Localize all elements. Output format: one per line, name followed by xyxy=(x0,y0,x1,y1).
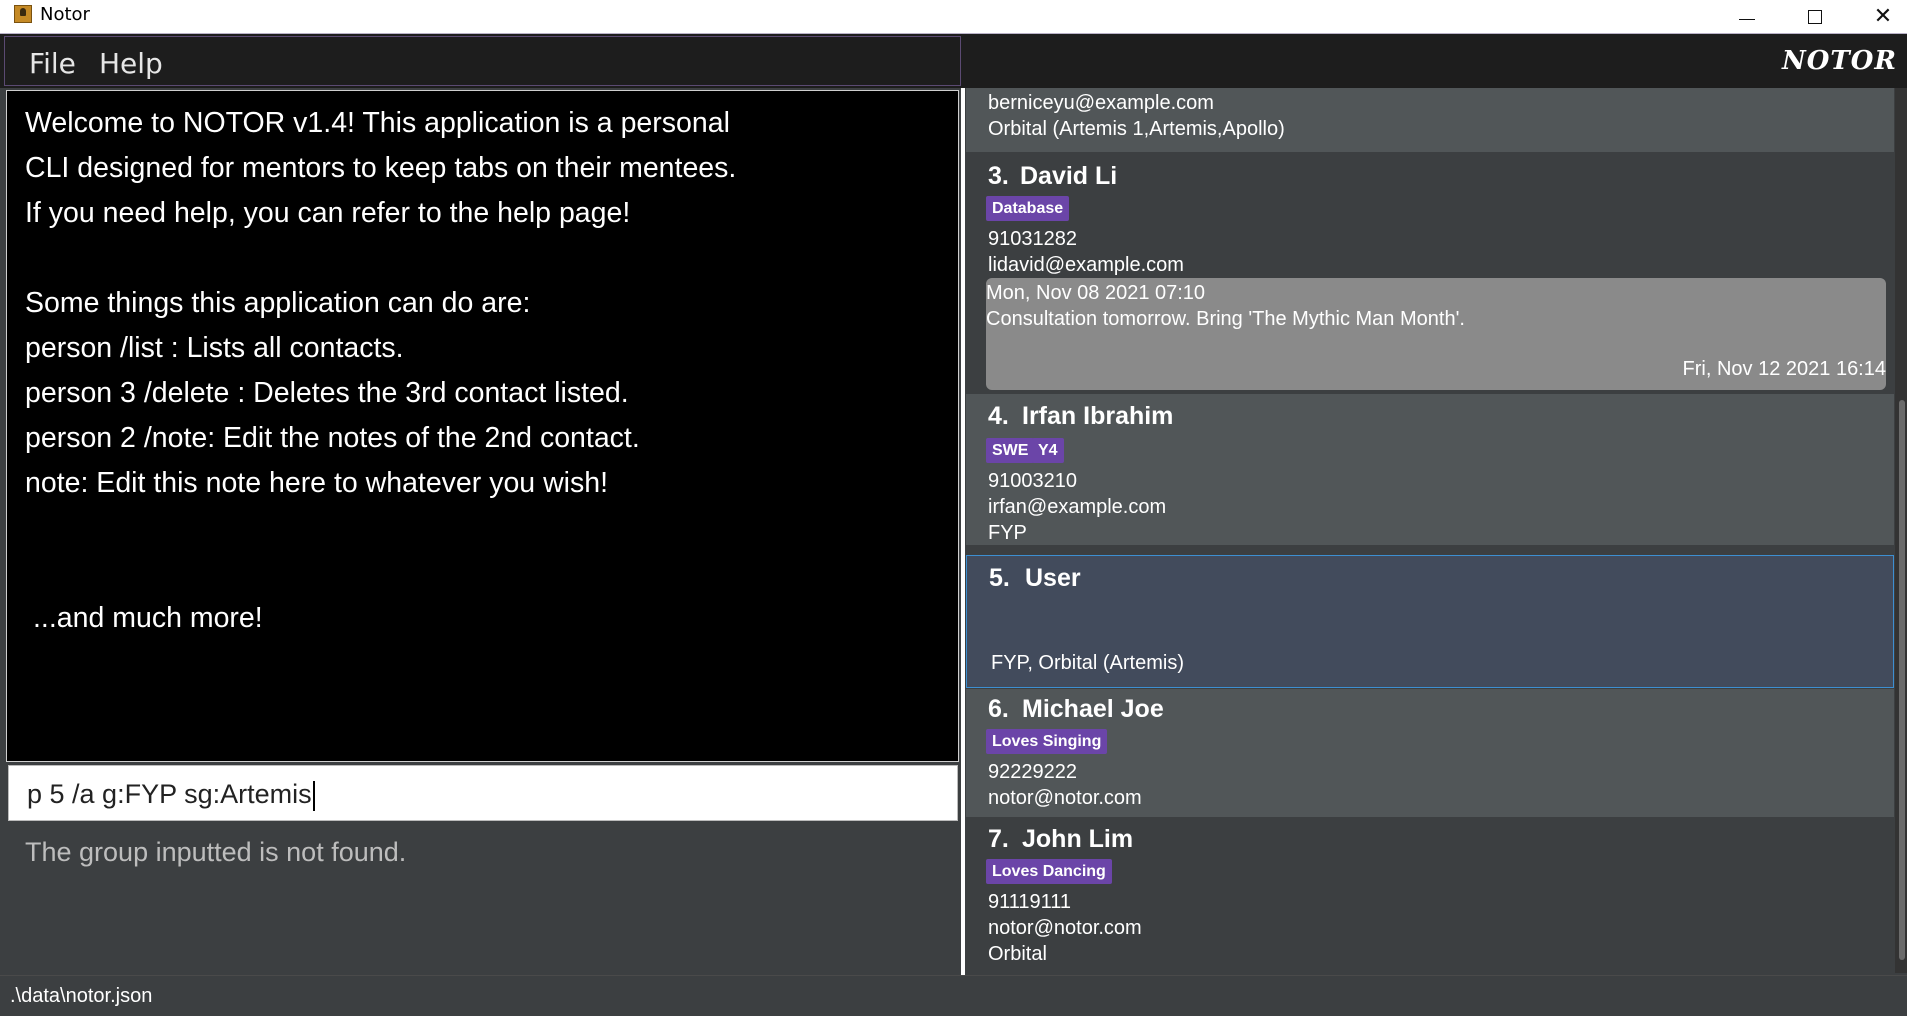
brand-logo: NOTOR xyxy=(1781,46,1897,76)
text-caret xyxy=(312,780,315,811)
person-phone: 91031282 xyxy=(988,228,1077,250)
person-phone: 91003210 xyxy=(988,470,1077,492)
person-card-7[interactable]: 7. John Lim Loves Dancing 91119111 notor… xyxy=(966,817,1894,973)
person-email: notor@notor.com xyxy=(988,917,1142,939)
result-message: The group inputted is not found. xyxy=(25,837,407,867)
welcome-line: person 3 /delete : Deletes the 3rd conta… xyxy=(25,377,629,409)
scrollbar-thumb[interactable] xyxy=(1899,400,1905,960)
welcome-line: person /list : Lists all contacts. xyxy=(25,332,404,364)
command-input-value: p 5 /a g:FYP sg:Artemis xyxy=(27,779,312,809)
window-title: Notor xyxy=(40,4,90,25)
welcome-more: ...and much more! xyxy=(33,602,263,634)
welcome-line: If you need help, you can refer to the h… xyxy=(25,197,631,229)
person-phone: 92229222 xyxy=(988,761,1077,783)
welcome-panel: Welcome to NOTOR v1.4! This application … xyxy=(6,90,959,762)
window-titlebar: Notor ✕ xyxy=(0,0,1907,34)
app-icon xyxy=(14,5,32,23)
person-tag: Loves Singing xyxy=(986,729,1108,754)
welcome-line: person 2 /note: Edit the notes of the 2n… xyxy=(25,422,640,454)
welcome-line: CLI designed for mentors to keep tabs on… xyxy=(25,152,737,184)
person-name: David Li xyxy=(1020,162,1118,190)
person-phone: 91119111 xyxy=(988,891,1072,913)
person-groups: Orbital xyxy=(988,943,1047,965)
person-email: irfan@example.com xyxy=(988,496,1167,518)
welcome-line: Welcome to NOTOR v1.4! This application … xyxy=(25,107,730,139)
maximize-button[interactable] xyxy=(1790,0,1840,34)
note-last-edited: Fri, Nov 12 2021 16:14 xyxy=(1682,358,1886,380)
person-index: 5. xyxy=(989,564,1010,592)
person-card-6[interactable]: 6. Michael Joe Loves Singing 92229222 no… xyxy=(966,689,1894,817)
person-tag: Database xyxy=(986,196,1070,221)
person-note: Mon, Nov 08 2021 07:10 Consultation tomo… xyxy=(986,278,1886,390)
save-file-path: .\data\notor.json xyxy=(10,985,153,1007)
welcome-line: note: Edit this note here to whatever yo… xyxy=(25,467,608,499)
welcome-line: Some things this application can do are: xyxy=(25,287,531,319)
status-bar: .\data\notor.json xyxy=(0,975,1907,1016)
person-tag: SWE xyxy=(986,438,1035,463)
person-card-3[interactable]: 3. David Li Database 91031282 lidavid@ex… xyxy=(966,152,1894,394)
person-groups: FYP, Orbital (Artemis) xyxy=(991,652,1184,674)
menu-bar: File Help NOTOR xyxy=(0,34,1907,88)
maximize-icon xyxy=(1808,10,1822,24)
person-email: berniceyu@example.com xyxy=(988,92,1214,114)
note-text: Consultation tomorrow. Bring 'The Mythic… xyxy=(986,308,1465,330)
note-date: Mon, Nov 08 2021 07:10 xyxy=(986,282,1206,304)
person-card-partial[interactable]: berniceyu@example.com Orbital (Artemis 1… xyxy=(966,88,1894,152)
person-groups: FYP xyxy=(988,522,1027,544)
person-card-5[interactable]: 5. User FYP, Orbital (Artemis) xyxy=(966,555,1894,688)
menu-file[interactable]: File xyxy=(29,47,76,80)
person-index: 4. xyxy=(988,402,1009,430)
person-tag: Loves Dancing xyxy=(986,859,1112,884)
person-index: 6. xyxy=(988,695,1009,723)
person-index: 3. xyxy=(988,162,1009,190)
person-tag: Y4 xyxy=(1032,438,1064,463)
minimize-button[interactable] xyxy=(1722,0,1772,34)
close-button[interactable]: ✕ xyxy=(1858,0,1907,34)
pane-divider[interactable] xyxy=(961,88,965,975)
person-name: Michael Joe xyxy=(1022,695,1164,723)
person-name: Irfan Ibrahim xyxy=(1022,402,1174,430)
person-name: John Lim xyxy=(1022,825,1134,853)
result-display: The group inputted is not found. xyxy=(6,823,959,973)
minimize-icon xyxy=(1739,18,1755,20)
person-name: User xyxy=(1025,564,1081,592)
close-icon: ✕ xyxy=(1873,4,1893,29)
menu-help[interactable]: Help xyxy=(99,47,163,80)
person-email: lidavid@example.com xyxy=(988,254,1184,276)
person-index: 7. xyxy=(988,825,1009,853)
person-groups: Orbital (Artemis 1,Artemis,Apollo) xyxy=(988,118,1285,140)
person-email: notor@notor.com xyxy=(988,787,1142,809)
menu-container: File Help xyxy=(4,36,961,86)
person-card-4[interactable]: 4. Irfan Ibrahim SWE Y4 91003210 irfan@e… xyxy=(966,394,1894,545)
welcome-blank-line xyxy=(25,236,940,281)
person-list[interactable]: berniceyu@example.com Orbital (Artemis 1… xyxy=(966,88,1894,973)
command-input[interactable]: p 5 /a g:FYP sg:Artemis xyxy=(8,765,958,821)
